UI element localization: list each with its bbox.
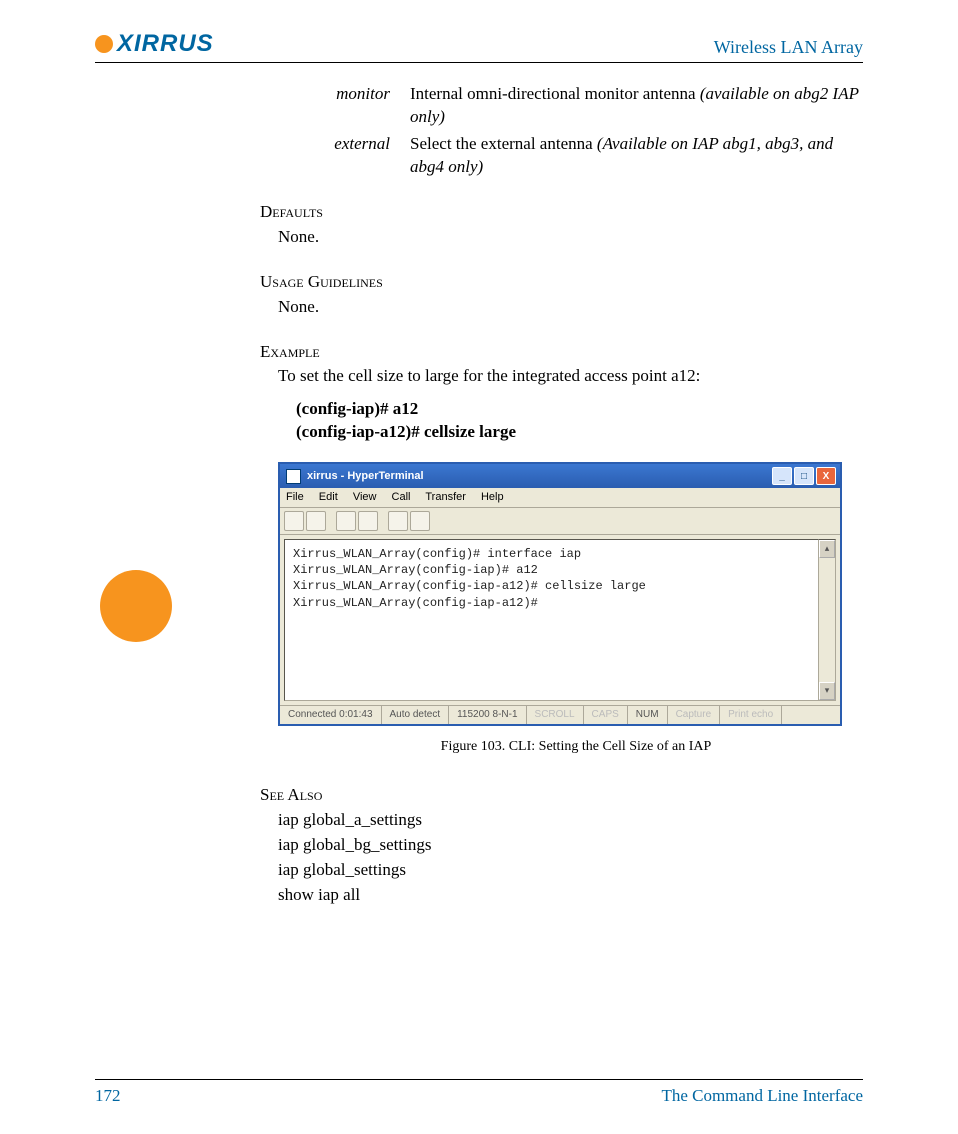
status-print: Print echo	[720, 706, 782, 724]
toolbar-open-icon[interactable]	[306, 511, 326, 531]
header-title: Wireless LAN Array	[714, 37, 863, 58]
param-desc: Internal omni-directional monitor antenn…	[410, 83, 863, 129]
menu-file[interactable]: File	[286, 491, 304, 503]
page-header: XIRRUS Wireless LAN Array	[95, 30, 863, 63]
status-connected: Connected 0:01:43	[280, 706, 382, 724]
terminal-area: Xirrus_WLAN_Array(config)# interface iap…	[280, 535, 840, 705]
minimize-button[interactable]: _	[772, 467, 792, 485]
param-monitor: monitor Internal omni-directional monito…	[260, 83, 863, 129]
toolbar-hangup-icon[interactable]	[358, 511, 378, 531]
status-caps: CAPS	[584, 706, 628, 724]
menu-bar: File Edit View Call Transfer Help	[280, 488, 840, 508]
page-number: 172	[95, 1086, 121, 1106]
usage-body: None.	[278, 296, 863, 319]
scroll-down-icon[interactable]: ▾	[819, 682, 835, 700]
status-capture: Capture	[668, 706, 721, 724]
heading-usage: Usage Guidelines	[260, 271, 863, 294]
heading-example: Example	[260, 341, 863, 364]
param-desc: Select the external antenna (Available o…	[410, 133, 863, 179]
param-desc-main: Internal omni-directional monitor antenn…	[410, 84, 700, 103]
example-cmd-1: (config-iap)# a12	[296, 398, 863, 421]
toolbar-send-icon[interactable]	[388, 511, 408, 531]
toolbar-properties-icon[interactable]	[410, 511, 430, 531]
seealso-item: iap global_a_settings	[278, 809, 863, 832]
param-term: external	[260, 133, 410, 179]
maximize-button[interactable]: □	[794, 467, 814, 485]
close-button[interactable]: X	[816, 467, 836, 485]
embedded-screenshot: xirrus - HyperTerminal _ □ X File Edit V…	[278, 462, 863, 756]
main-content: monitor Internal omni-directional monito…	[260, 63, 863, 907]
menu-help[interactable]: Help	[481, 491, 504, 503]
logo-text: XIRRUS	[117, 30, 214, 58]
window-title: xirrus - HyperTerminal	[307, 469, 424, 484]
example-commands: (config-iap)# a12 (config-iap-a12)# cell…	[296, 398, 863, 444]
seealso-item: show iap all	[278, 884, 863, 907]
toolbar	[280, 508, 840, 535]
logo-dot-icon	[95, 35, 113, 53]
figure-caption: Figure 103. CLI: Setting the Cell Size o…	[296, 738, 856, 757]
scrollbar[interactable]: ▴ ▾	[819, 539, 836, 701]
seealso-item: iap global_bg_settings	[278, 834, 863, 857]
document-page: XIRRUS Wireless LAN Array monitor Intern…	[0, 0, 958, 1134]
param-external: external Select the external antenna (Av…	[260, 133, 863, 179]
hyperterminal-window: xirrus - HyperTerminal _ □ X File Edit V…	[278, 462, 842, 725]
window-controls: _ □ X	[772, 467, 836, 485]
seealso-item: iap global_settings	[278, 859, 863, 882]
status-baud: 115200 8-N-1	[449, 706, 526, 724]
toolbar-new-icon[interactable]	[284, 511, 304, 531]
toolbar-call-icon[interactable]	[336, 511, 356, 531]
menu-edit[interactable]: Edit	[319, 491, 338, 503]
page-footer: 172 The Command Line Interface	[95, 1079, 863, 1106]
status-scroll: SCROLL	[527, 706, 584, 724]
param-term: monitor	[260, 83, 410, 129]
section-marker-icon	[100, 570, 172, 642]
param-desc-main: Select the external antenna	[410, 134, 597, 153]
status-num: NUM	[628, 706, 668, 724]
status-bar: Connected 0:01:43 Auto detect 115200 8-N…	[280, 705, 840, 724]
menu-call[interactable]: Call	[392, 491, 411, 503]
scroll-up-icon[interactable]: ▴	[819, 540, 835, 558]
terminal-output[interactable]: Xirrus_WLAN_Array(config)# interface iap…	[284, 539, 819, 701]
window-titlebar: xirrus - HyperTerminal _ □ X	[280, 464, 840, 488]
logo: XIRRUS	[95, 30, 214, 58]
heading-defaults: Defaults	[260, 201, 863, 224]
defaults-body: None.	[278, 226, 863, 249]
heading-seealso: See Also	[260, 784, 863, 807]
status-detect: Auto detect	[382, 706, 450, 724]
app-icon	[286, 469, 301, 484]
example-cmd-2: (config-iap-a12)# cellsize large	[296, 421, 863, 444]
menu-view[interactable]: View	[353, 491, 377, 503]
menu-transfer[interactable]: Transfer	[425, 491, 466, 503]
footer-section-title: The Command Line Interface	[661, 1086, 863, 1106]
example-intro: To set the cell size to large for the in…	[278, 365, 863, 388]
